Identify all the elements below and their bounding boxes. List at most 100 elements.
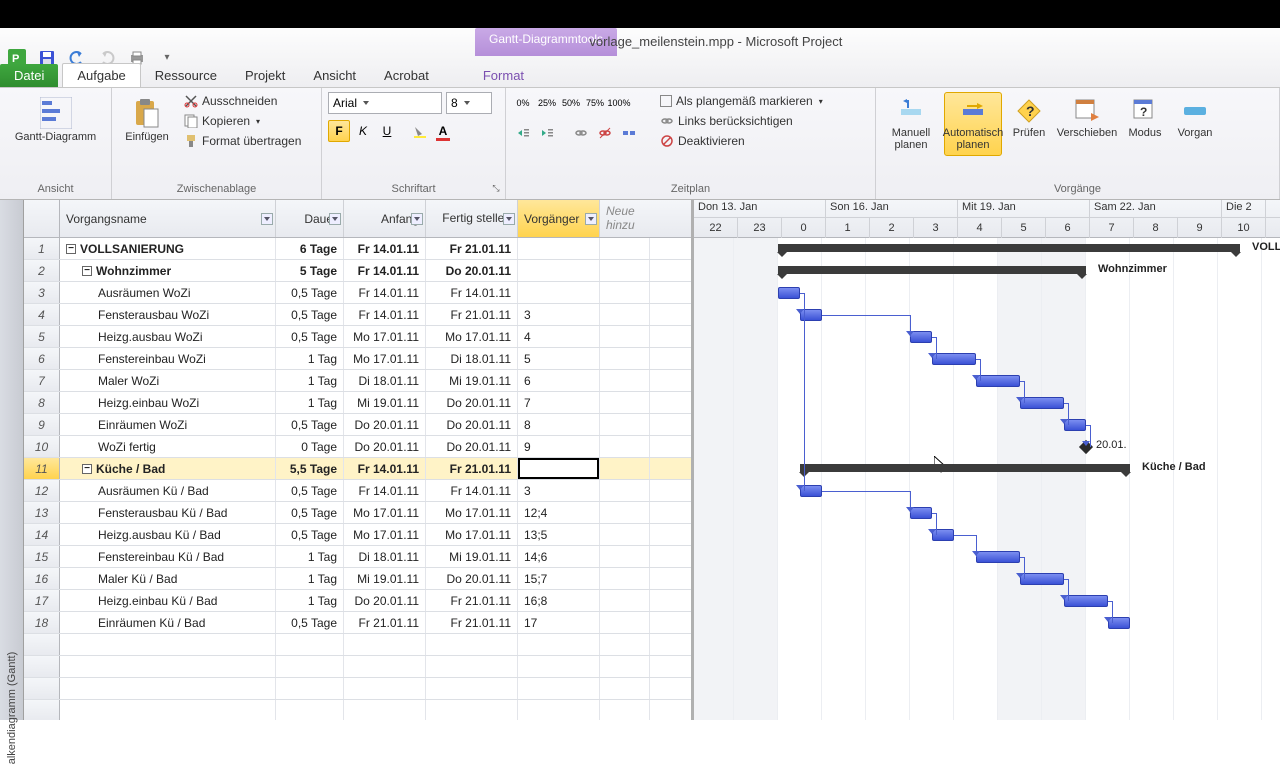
unlink-tasks-button[interactable]	[594, 122, 616, 144]
modus-button[interactable]: ? Modus	[1122, 92, 1168, 144]
cell-fertig[interactable]: Fr 21.01.11	[426, 238, 518, 259]
table-row[interactable]: 8Heizg.einbau WoZi1 TagMi 19.01.11Do 20.…	[24, 392, 691, 414]
cell-fertig[interactable]: Mo 17.01.11	[426, 326, 518, 347]
einfuegen-button[interactable]: Einfügen	[118, 92, 176, 148]
cell-neue[interactable]	[600, 458, 650, 479]
cell-pred[interactable]	[518, 260, 600, 281]
row-number[interactable]: 5	[24, 326, 60, 347]
progress-50-button[interactable]: 50%	[560, 92, 582, 114]
deaktivieren-button[interactable]: Deaktivieren	[656, 132, 827, 150]
cell-anfang[interactable]: Mo 17.01.11	[344, 326, 426, 347]
cell-neue[interactable]	[600, 414, 650, 435]
cell-fertig[interactable]: Fr 21.01.11	[426, 590, 518, 611]
cell-anfang[interactable]: Mo 17.01.11	[344, 502, 426, 523]
cell-pred[interactable]: 8	[518, 414, 600, 435]
table-row-empty[interactable]	[24, 700, 691, 720]
font-color-button[interactable]: A	[432, 120, 454, 142]
table-row[interactable]: 1−VOLLSANIERUNG6 TageFr 14.01.11Fr 21.01…	[24, 238, 691, 260]
row-number[interactable]: 17	[24, 590, 60, 611]
cell-anfang[interactable]: Fr 14.01.11	[344, 480, 426, 501]
view-strip[interactable]: alkendiagramm (Gantt)	[0, 200, 24, 720]
cell-dauer[interactable]: 1 Tag	[276, 348, 344, 369]
table-row[interactable]: 10WoZi fertig0 TageDo 20.01.11Do 20.01.1…	[24, 436, 691, 458]
cell-neue[interactable]	[600, 612, 650, 633]
row-number[interactable]: 9	[24, 414, 60, 435]
col-vorgangsname[interactable]: Vorgangsname	[60, 200, 276, 237]
format-uebertragen-button[interactable]: Format übertragen	[180, 132, 305, 150]
table-row[interactable]: 4Fensterausbau WoZi0,5 TageFr 14.01.11Fr…	[24, 304, 691, 326]
col-neue[interactable]: Neue hinzu	[600, 200, 650, 237]
cell-name[interactable]: Heizg.ausbau Kü / Bad	[60, 524, 276, 545]
cell-neue[interactable]	[600, 502, 650, 523]
row-number[interactable]: 18	[24, 612, 60, 633]
cell-anfang[interactable]: Fr 14.01.11	[344, 260, 426, 281]
task-bar[interactable]	[778, 287, 800, 299]
cell-anfang[interactable]: Mo 17.01.11	[344, 524, 426, 545]
cell-anfang[interactable]: Fr 14.01.11	[344, 304, 426, 325]
cell-name[interactable]: Maler WoZi	[60, 370, 276, 391]
bold-button[interactable]: F	[328, 120, 350, 142]
summary-bar[interactable]	[778, 266, 1086, 274]
cell-anfang[interactable]: Do 20.01.11	[344, 414, 426, 435]
cell-dauer[interactable]: 0,5 Tage	[276, 524, 344, 545]
row-number[interactable]: 15	[24, 546, 60, 567]
table-row[interactable]: 18Einräumen Kü / Bad0,5 TageFr 21.01.11F…	[24, 612, 691, 634]
manuell-planen-button[interactable]: Manuell planen	[882, 92, 940, 156]
cell-pred[interactable]: 9	[518, 436, 600, 457]
split-task-button[interactable]	[618, 122, 640, 144]
task-bar[interactable]	[1064, 595, 1108, 607]
vorgang-button[interactable]: Vorgan	[1172, 92, 1218, 144]
gantt-diagramm-button[interactable]: Gantt-Diagramm	[6, 92, 105, 148]
row-number[interactable]: 7	[24, 370, 60, 391]
cell-fertig[interactable]: Mi 19.01.11	[426, 370, 518, 391]
cell-name[interactable]: Heizg.ausbau WoZi	[60, 326, 276, 347]
cell-dauer[interactable]: 0,5 Tage	[276, 414, 344, 435]
tab-format[interactable]: Format	[469, 64, 538, 87]
cell-name[interactable]: Einräumen Kü / Bad	[60, 612, 276, 633]
cell-anfang[interactable]: Fr 14.01.11	[344, 458, 426, 479]
cell-dauer[interactable]: 0,5 Tage	[276, 326, 344, 347]
cell-neue[interactable]	[600, 392, 650, 413]
table-row[interactable]: 5Heizg.ausbau WoZi0,5 TageMo 17.01.11Mo …	[24, 326, 691, 348]
tab-datei[interactable]: Datei	[0, 64, 58, 87]
col-dauer[interactable]: Dauer	[276, 200, 344, 237]
row-number[interactable]: 13	[24, 502, 60, 523]
cell-fertig[interactable]: Fr 21.01.11	[426, 458, 518, 479]
table-row-empty[interactable]	[24, 678, 691, 700]
cell-fertig[interactable]: Do 20.01.11	[426, 392, 518, 413]
cell-pred[interactable]: 12;4	[518, 502, 600, 523]
row-number[interactable]: 10	[24, 436, 60, 457]
row-number[interactable]: 11	[24, 458, 60, 479]
cell-anfang[interactable]: Fr 14.01.11	[344, 282, 426, 303]
cell-dauer[interactable]: 6 Tage	[276, 238, 344, 259]
underline-button[interactable]: U	[376, 120, 398, 142]
row-number[interactable]: 4	[24, 304, 60, 325]
cell-anfang[interactable]: Do 20.01.11	[344, 436, 426, 457]
cell-neue[interactable]	[600, 436, 650, 457]
links-beruecksichtigen-button[interactable]: Links berücksichtigen	[656, 112, 827, 130]
cell-pred[interactable]: 4	[518, 326, 600, 347]
col-vorgaenger[interactable]: Vorgänger	[518, 200, 600, 237]
cell-neue[interactable]	[600, 282, 650, 303]
cell-pred[interactable]: 6	[518, 370, 600, 391]
task-bar[interactable]	[932, 353, 976, 365]
cell-anfang[interactable]: Mi 19.01.11	[344, 568, 426, 589]
cell-fertig[interactable]: Di 18.01.11	[426, 348, 518, 369]
cell-fertig[interactable]: Mo 17.01.11	[426, 502, 518, 523]
cell-dauer[interactable]: 1 Tag	[276, 590, 344, 611]
cell-anfang[interactable]: Mi 19.01.11	[344, 392, 426, 413]
row-number[interactable]: 2	[24, 260, 60, 281]
task-bar[interactable]	[976, 551, 1020, 563]
cell-dauer[interactable]: 1 Tag	[276, 370, 344, 391]
cell-dauer[interactable]: 0 Tage	[276, 436, 344, 457]
cell-fertig[interactable]: Do 20.01.11	[426, 260, 518, 281]
table-row[interactable]: 14Heizg.ausbau Kü / Bad0,5 TageMo 17.01.…	[24, 524, 691, 546]
verschieben-button[interactable]: Verschieben	[1056, 92, 1118, 144]
als-plangemaess-button[interactable]: Als plangemäß markieren▾	[656, 92, 827, 110]
cell-dauer[interactable]: 1 Tag	[276, 568, 344, 589]
cell-anfang[interactable]: Di 18.01.11	[344, 546, 426, 567]
tab-projekt[interactable]: Projekt	[231, 64, 299, 87]
col-fertig[interactable]: Fertig stellen	[426, 200, 518, 237]
cell-dauer[interactable]: 1 Tag	[276, 392, 344, 413]
indent-button[interactable]	[536, 122, 558, 144]
